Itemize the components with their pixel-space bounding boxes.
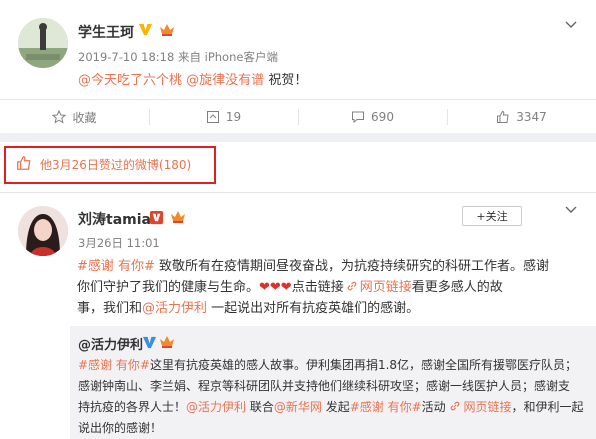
verified-badge (138, 22, 153, 39)
post-meta: 2019-7-10 18:18 来自 iPhone客户端 (78, 49, 278, 65)
verified-badge (149, 210, 164, 227)
post-text-segment: 致敬所有在疫情期间昼夜奋战，为抗疫持续研究的科研工作者。感谢 (154, 259, 550, 274)
repost-button[interactable]: 19 (149, 100, 298, 134)
favorite-button[interactable]: 收藏 (0, 100, 149, 134)
crown-icon (171, 211, 185, 223)
web-link[interactable]: 网页链接 (449, 400, 511, 414)
member-badge (169, 208, 187, 229)
retweet-segment: 持抗疫的各界人士！ (78, 400, 187, 414)
timestamp[interactable]: 3月26日 11:01 (78, 235, 160, 251)
hashtag-link[interactable]: #感谢 有你# (78, 358, 150, 372)
retweet-author[interactable]: @活力伊利 (78, 334, 143, 353)
comment-count: 690 (371, 110, 394, 124)
retweet-line: 持抗疫的各界人士！@活力伊利 联合@新华网 发起#感谢 有你#活动 网页链接，和… (78, 397, 590, 418)
thumbs-up-icon (17, 156, 31, 170)
retweet-segment: 活动 (421, 400, 450, 414)
retweet-line: #感谢 有你#这里有抗疫英雄的感人故事。伊利集团再捐1.8亿，感谢全国所有援鄂医… (78, 355, 590, 376)
post-line: #感谢 有你# 致敬所有在疫情期间昼夜奋战，为抗疫持续研究的科研工作者。感谢 (77, 256, 583, 277)
source[interactable]: iPhone客户端 (205, 50, 278, 64)
post-line: 你们守护了我们的健康与生命。❤❤❤点击链接 网页链接看更多感人的故 (77, 277, 583, 298)
avatar[interactable] (18, 206, 68, 256)
crown-icon (160, 336, 174, 348)
thumbs-up-icon (497, 110, 509, 123)
retweet-line: 说出你的感谢！ (78, 418, 590, 439)
post-text-segment: 一起说出对所有抗疫英雄们的感谢。 (207, 301, 420, 316)
author-name[interactable]: 刘涛tamia (78, 209, 151, 229)
post-text-segment: 事，我们和 (77, 301, 143, 316)
chevron-down-icon (565, 21, 577, 28)
author-name[interactable]: 学生王珂 (78, 22, 134, 42)
link-icon (347, 281, 357, 291)
chevron-down-icon (565, 206, 577, 213)
post-text-segment: 你们守护了我们的健康与生命。 (77, 280, 260, 295)
mention-link[interactable]: @旋律没有谱 (186, 73, 264, 88)
retweet-segment: 发起 (321, 400, 350, 414)
post-text: @今天吃了六个桃 @旋律没有谱 祝贺！ (78, 69, 307, 88)
post-text-segment: 点击链接 (291, 280, 344, 295)
web-link-label: 网页链接 (463, 400, 512, 414)
favorite-label: 收藏 (72, 110, 97, 125)
more-menu[interactable] (564, 18, 578, 36)
mention-link[interactable]: @新华网 (274, 400, 322, 414)
retweet-segment: 说出你的感谢！ (78, 421, 163, 435)
verified-icon (149, 210, 164, 225)
hashtag-link[interactable]: #感谢 有你# (350, 400, 422, 414)
web-link[interactable]: 网页链接 (344, 280, 412, 295)
more-menu[interactable] (564, 203, 578, 221)
timestamp[interactable]: 2019-7-10 18:18 (78, 50, 174, 64)
section-separator (0, 133, 596, 142)
likes-header-text[interactable]: 他3月26日赞过的微博(180) (40, 156, 191, 173)
crown-icon (160, 24, 174, 36)
retweet-line: 感谢钟南山、李兰娟、程京等科研团队并支持他们继续科研攻坚；感谢一线医护人员；感谢… (78, 376, 590, 397)
link-icon (451, 401, 460, 411)
comment-icon (352, 111, 365, 124)
post-text-segment: 看更多感人的故 (411, 280, 503, 295)
web-link-label: 网页链接 (359, 280, 412, 295)
verified-badge (142, 335, 157, 352)
likes-header-icon (16, 155, 32, 175)
mention-link[interactable]: @活力伊利 (186, 400, 246, 414)
retweet-segment: 感谢钟南山、李兰娟、程京等科研团队并支持他们继续科研攻坚；感谢一线医护人员；感谢… (78, 379, 571, 393)
follow-button[interactable]: +关注 (462, 206, 522, 226)
retweet-segment: 联合 (246, 400, 274, 414)
like-button[interactable]: 3347 (447, 100, 596, 134)
retweet-segment: 这里有抗疫英雄的感人故事。伊利集团再捐1.8亿，感谢全国所有援鄂医疗队员； (149, 358, 578, 372)
source-prefix: 来自 (177, 50, 201, 64)
verified-icon (138, 23, 153, 36)
hashtag-link[interactable]: #感谢 有你# (77, 259, 155, 274)
repost-icon (206, 111, 219, 123)
post-text-tail: 祝贺！ (268, 73, 308, 88)
like-count: 3347 (516, 110, 547, 124)
retweet-segment: ，和伊利一起 (511, 400, 584, 414)
retweet-author-name[interactable]: @活力伊利 (78, 338, 143, 353)
mention-link[interactable]: @今天吃了六个桃 (78, 73, 182, 88)
post-line: 事，我们和@活力伊利 一起说出对所有抗疫英雄们的感谢。 (77, 298, 583, 319)
hearts-emoji: ❤❤❤ (259, 280, 292, 295)
member-badge (158, 333, 176, 354)
member-badge (158, 21, 176, 42)
avatar[interactable] (18, 18, 68, 68)
avatar-image (18, 206, 68, 256)
post-text: #感谢 有你# 致敬所有在疫情期间昼夜奋战，为抗疫持续研究的科研工作者。感谢 你… (77, 256, 583, 319)
mention-link[interactable]: @活力伊利 (142, 301, 207, 316)
repost-count: 19 (225, 110, 242, 124)
divider (0, 192, 596, 193)
star-icon (52, 110, 67, 124)
avatar-image (18, 18, 68, 68)
verified-icon (142, 336, 157, 349)
comment-button[interactable]: 690 (298, 100, 447, 134)
action-bar: 收藏 19 690 3347 (0, 99, 596, 133)
retweet-text: #感谢 有你#这里有抗疫英雄的感人故事。伊利集团再捐1.8亿，感谢全国所有援鄂医… (78, 355, 590, 439)
